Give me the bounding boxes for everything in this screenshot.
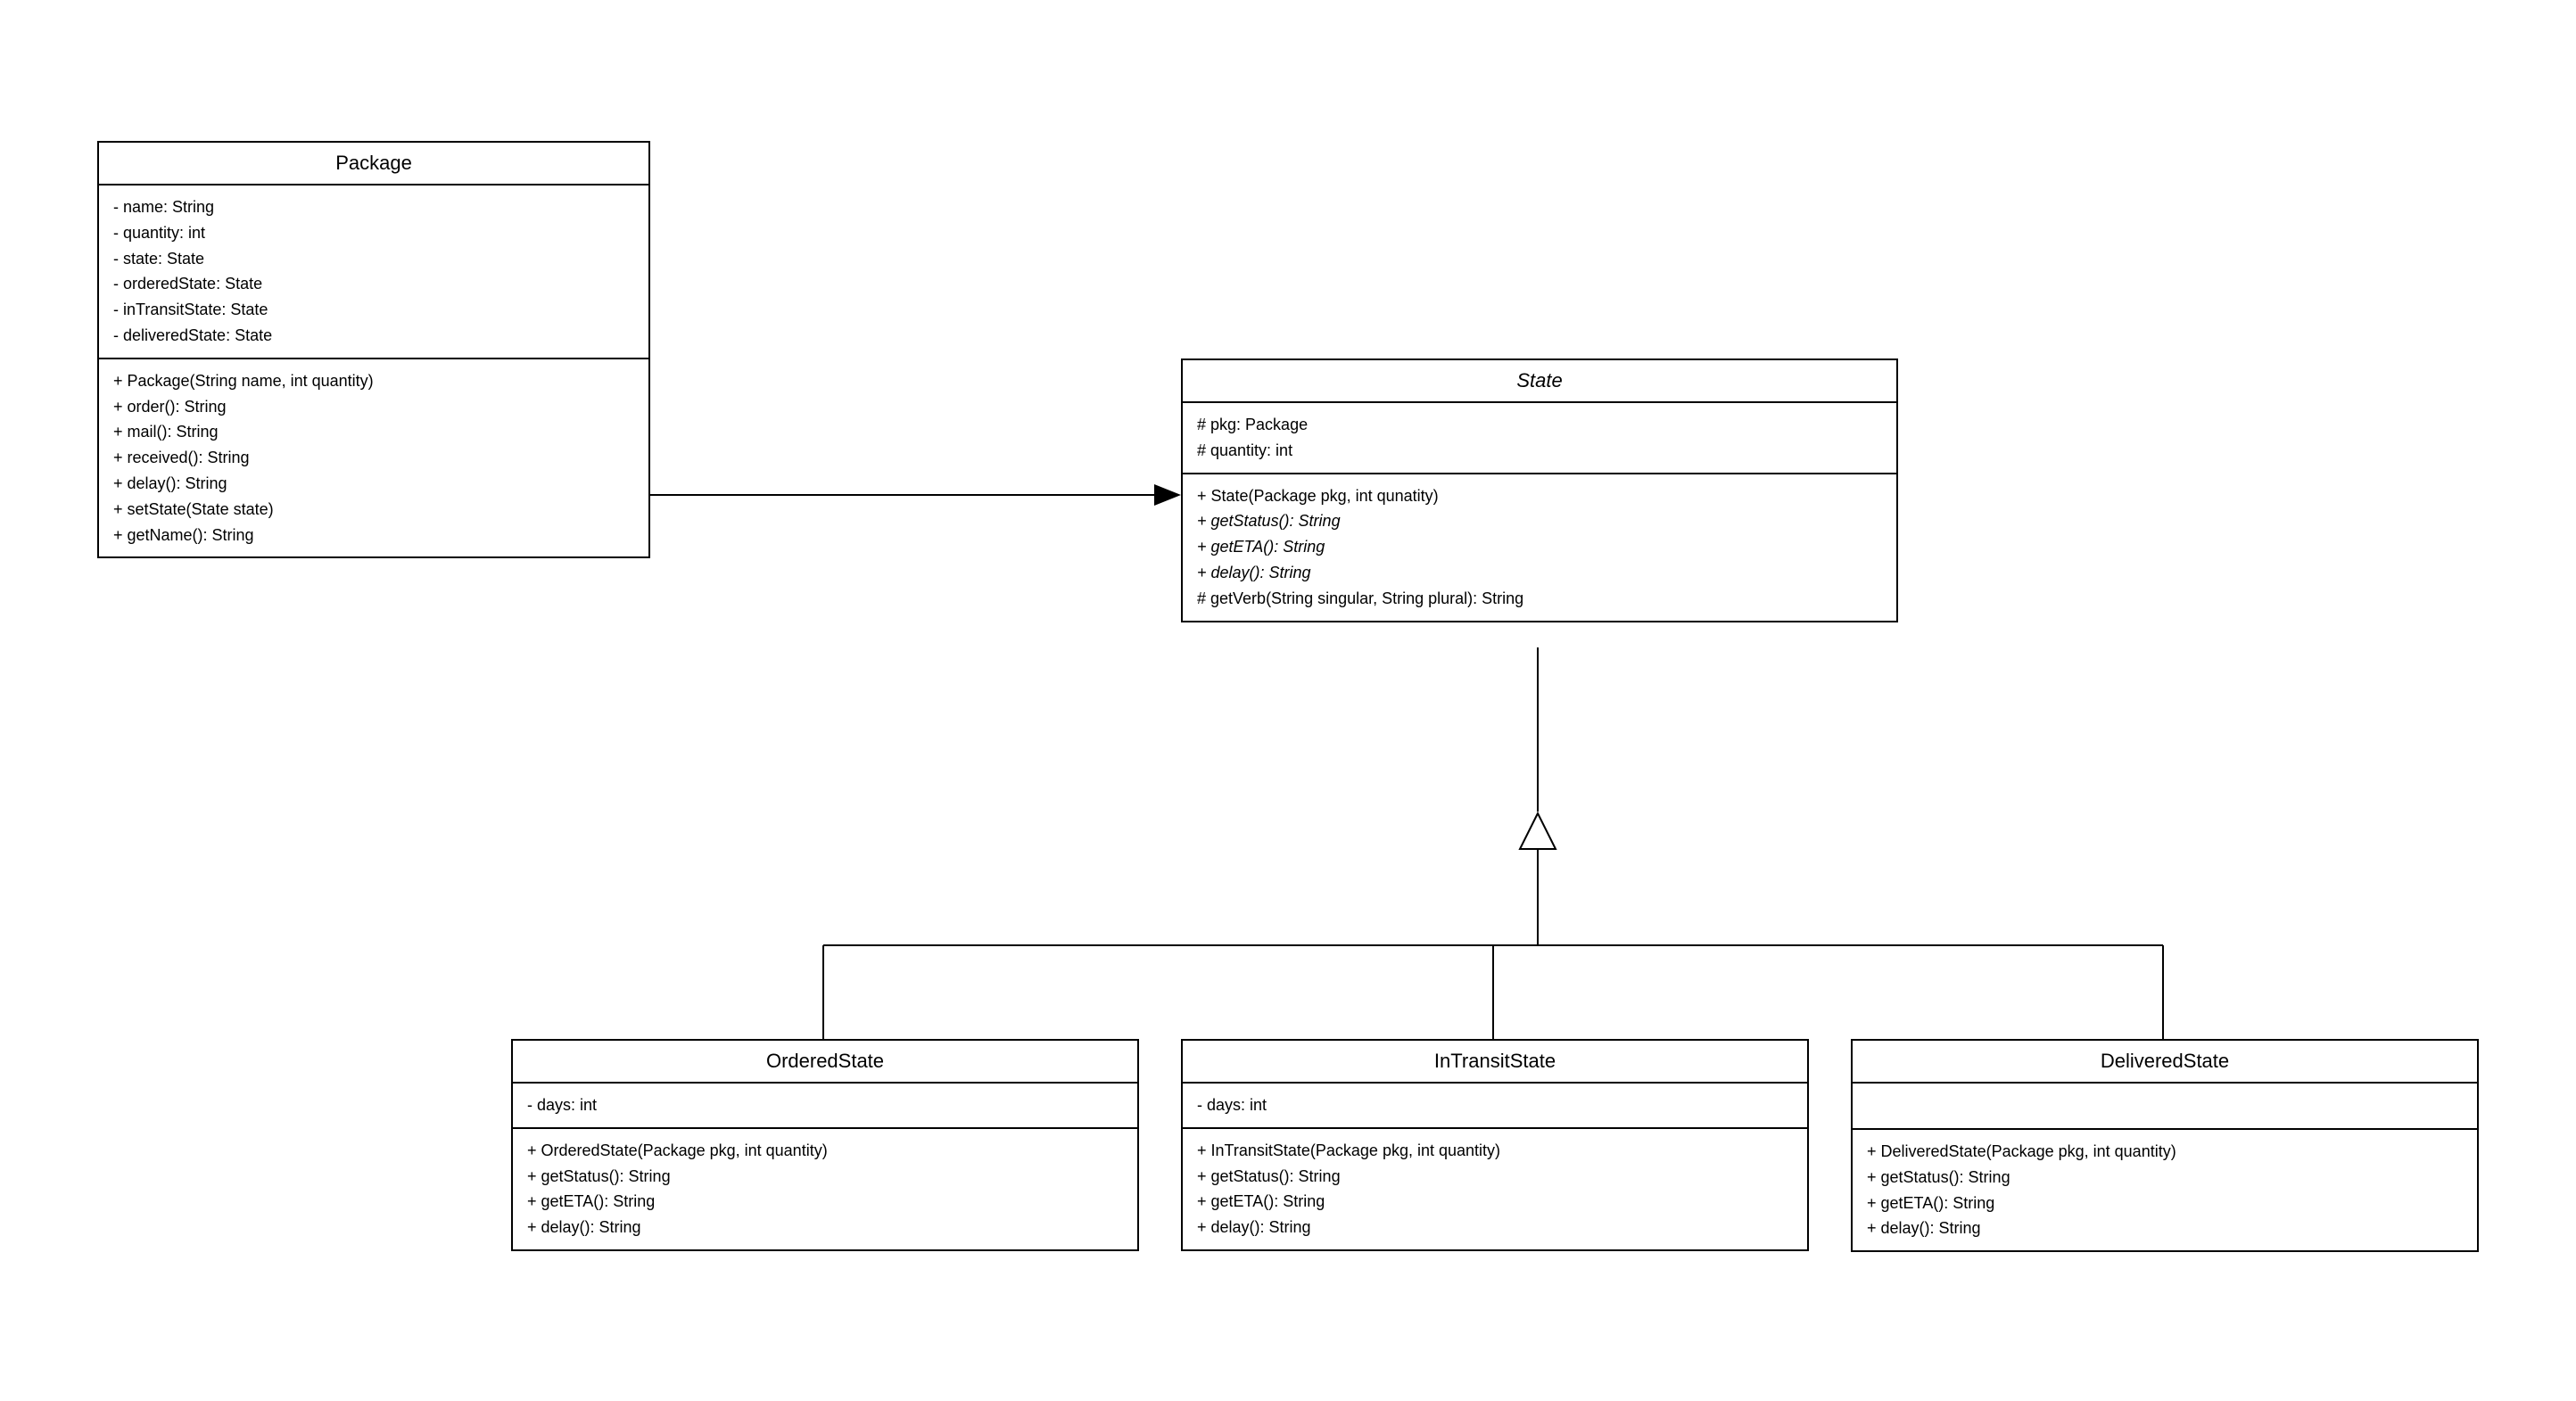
attribute: - days: int	[1197, 1092, 1793, 1118]
class-delivered-state: DeliveredState + DeliveredState(Package …	[1851, 1039, 2479, 1252]
class-ordered-state-methods: + OrderedState(Package pkg, int quantity…	[513, 1129, 1137, 1249]
method: + getStatus(): String	[1867, 1165, 2463, 1191]
method: + DeliveredState(Package pkg, int quanti…	[1867, 1139, 2463, 1165]
method: + getStatus(): String	[1197, 508, 1882, 534]
attribute: - days: int	[527, 1092, 1123, 1118]
method: + Package(String name, int quantity)	[113, 368, 634, 394]
method: + getName(): String	[113, 523, 634, 548]
method: + State(Package pkg, int qunatity)	[1197, 483, 1882, 509]
class-state-attributes: # pkg: Package # quantity: int	[1183, 403, 1896, 474]
attribute: - name: String	[113, 194, 634, 220]
method: + getETA(): String	[1197, 1189, 1793, 1215]
method: + getETA(): String	[1867, 1191, 2463, 1216]
method: + received(): String	[113, 445, 634, 471]
class-ordered-state-attributes: - days: int	[513, 1084, 1137, 1129]
class-package-methods: + Package(String name, int quantity) + o…	[99, 359, 648, 557]
method: + getStatus(): String	[1197, 1164, 1793, 1190]
method: + delay(): String	[1197, 560, 1882, 586]
class-package-attributes: - name: String - quantity: int - state: …	[99, 185, 648, 359]
attribute: - state: State	[113, 246, 634, 272]
class-state-name: State	[1183, 360, 1896, 403]
class-delivered-state-attributes	[1853, 1084, 2477, 1130]
class-package-name: Package	[99, 143, 648, 185]
class-intransit-state-methods: + InTransitState(Package pkg, int quanti…	[1183, 1129, 1807, 1249]
method: + InTransitState(Package pkg, int quanti…	[1197, 1138, 1793, 1164]
method: + OrderedState(Package pkg, int quantity…	[527, 1138, 1123, 1164]
class-package: Package - name: String - quantity: int -…	[97, 141, 650, 558]
method: + getETA(): String	[527, 1189, 1123, 1215]
class-intransit-state-name: InTransitState	[1183, 1041, 1807, 1084]
attribute: # quantity: int	[1197, 438, 1882, 464]
method: + setState(State state)	[113, 497, 634, 523]
class-delivered-state-methods: + DeliveredState(Package pkg, int quanti…	[1853, 1130, 2477, 1250]
association-package-state	[648, 484, 1181, 506]
method: + getETA(): String	[1197, 534, 1882, 560]
generalization-tree	[823, 647, 2163, 1039]
class-intransit-state: InTransitState - days: int + InTransitSt…	[1181, 1039, 1809, 1251]
attribute: - inTransitState: State	[113, 297, 634, 323]
method: + delay(): String	[113, 471, 634, 497]
attribute: - quantity: int	[113, 220, 634, 246]
class-state: State # pkg: Package # quantity: int + S…	[1181, 358, 1898, 622]
method: + delay(): String	[1867, 1216, 2463, 1241]
method: + getStatus(): String	[527, 1164, 1123, 1190]
class-ordered-state: OrderedState - days: int + OrderedState(…	[511, 1039, 1139, 1251]
class-ordered-state-name: OrderedState	[513, 1041, 1137, 1084]
attribute: - orderedState: State	[113, 271, 634, 297]
class-state-methods: + State(Package pkg, int qunatity) + get…	[1183, 474, 1896, 621]
attribute: # pkg: Package	[1197, 412, 1882, 438]
method: + order(): String	[113, 394, 634, 420]
attribute: - deliveredState: State	[113, 323, 634, 349]
class-delivered-state-name: DeliveredState	[1853, 1041, 2477, 1084]
uml-canvas: Package - name: String - quantity: int -…	[0, 0, 2576, 1401]
method: + delay(): String	[1197, 1215, 1793, 1240]
method: + delay(): String	[527, 1215, 1123, 1240]
method: + mail(): String	[113, 419, 634, 445]
method: # getVerb(String singular, String plural…	[1197, 586, 1882, 612]
class-intransit-state-attributes: - days: int	[1183, 1084, 1807, 1129]
